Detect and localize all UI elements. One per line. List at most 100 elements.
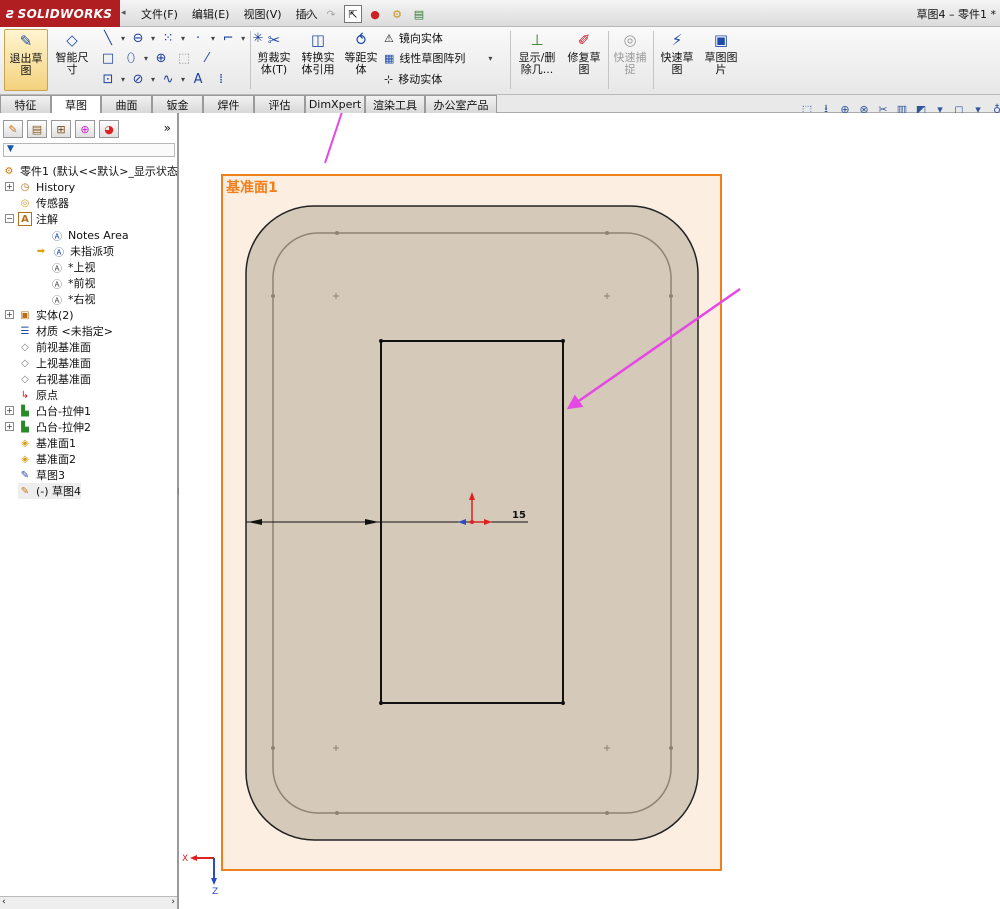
rectangle-icon[interactable]: □ <box>98 49 118 67</box>
tab-sketch[interactable]: 草图 <box>51 95 101 114</box>
tree-item-front-view[interactable]: Ⓐ *前视 <box>50 275 96 291</box>
arc-icon[interactable]: ⊘ <box>128 70 148 88</box>
tab-sheet-metal[interactable]: 钣金 <box>152 95 203 113</box>
line-icon[interactable]: ╲ <box>98 29 118 47</box>
tab-office-products[interactable]: 办公室产品 <box>425 95 497 113</box>
sketch-icon: ✎ <box>20 485 30 497</box>
redo-icon[interactable]: ↷ <box>322 5 340 23</box>
expand-icon[interactable]: + <box>5 310 14 319</box>
display-manager-tab-icon[interactable]: ◕ <box>99 120 119 138</box>
feature-filter[interactable]: ▼ <box>3 143 175 157</box>
menu-edit[interactable]: 编辑(E) <box>185 0 237 27</box>
tab-surfaces[interactable]: 曲面 <box>101 95 152 113</box>
menu-file[interactable]: 文件(F) <box>134 0 185 27</box>
trim-entities-button[interactable]: ✂ 剪裁实体(T) <box>254 29 294 91</box>
tree-item-solid-bodies[interactable]: ▣ 实体(2) <box>18 307 73 323</box>
tangent-line-icon[interactable]: ⁄ <box>197 49 217 67</box>
expand-icon[interactable]: + <box>5 406 14 415</box>
tab-evaluate[interactable]: 评估 <box>254 95 305 113</box>
tree-root[interactable]: ⚙ 零件1 (默认<<默认>_显示状态 <box>2 163 178 179</box>
ellipse-icon[interactable]: ⬯ <box>121 49 141 67</box>
tree-item-boss-extrude2[interactable]: ▙ 凸台-拉伸2 <box>18 419 91 435</box>
select-icon[interactable]: ⇱ <box>344 5 362 23</box>
options-icon[interactable]: ⚙ <box>388 5 406 23</box>
smart-dimension-button[interactable]: ◇ 智能尺寸 <box>50 29 94 91</box>
convert-entities-button[interactable]: ◫ 转换实体引用 <box>297 29 339 91</box>
display-delete-relations-button[interactable]: ⊥ 显示/删除几... <box>514 29 560 91</box>
fillet-icon[interactable]: ⌐ <box>218 29 238 47</box>
tree-item-top-view[interactable]: Ⓐ *上视 <box>50 259 96 275</box>
collapse-icon[interactable]: − <box>5 214 14 223</box>
property-manager-tab-icon[interactable]: ▤ <box>27 120 47 138</box>
expand-icon[interactable]: + <box>5 422 14 431</box>
mirror-entities-button[interactable]: ⚠ 镜向实体 <box>384 30 443 46</box>
feature-tree-tab-icon[interactable]: ✎ <box>3 120 23 138</box>
pattern-icon[interactable]: ⬚ <box>174 49 194 67</box>
plane-label: 基准面1 <box>226 179 278 196</box>
menu-expand-icon[interactable]: ◂ <box>121 8 126 18</box>
horizontal-scrollbar[interactable]: ‹ › <box>0 896 177 909</box>
construction-icon[interactable]: ⁞ <box>211 70 231 88</box>
chevron-right-icon[interactable]: » <box>164 121 171 135</box>
tree-root-label: 零件1 (默认<<默认>_显示状态 <box>20 165 178 178</box>
repair-sketch-button[interactable]: ✐ 修复草图 <box>563 29 605 91</box>
display-delete-label: 显示/删除几... <box>518 51 556 76</box>
tab-features[interactable]: 特征 <box>0 95 51 113</box>
undo-icon[interactable]: ↶ <box>300 5 318 23</box>
slot-icon[interactable]: ⊖ <box>128 29 148 47</box>
customize-icon[interactable]: ▤ <box>410 5 428 23</box>
tree-item-origin[interactable]: ↳ 原点 <box>18 387 58 403</box>
repair-icon: ✐ <box>577 31 591 49</box>
circle-icon[interactable]: ⊕ <box>151 49 171 67</box>
view-annotation-icon: Ⓐ <box>52 295 62 307</box>
tree-item-label: 上视基准面 <box>36 357 91 370</box>
rapid-sketch-button[interactable]: ⚡ 快速草图 <box>656 29 698 91</box>
text-icon[interactable]: A <box>188 70 208 88</box>
dimxpert-manager-tab-icon[interactable]: ⊕ <box>75 120 95 138</box>
tree-item-label: 基准面1 <box>36 437 76 450</box>
tab-dimxpert[interactable]: DimXpert <box>305 95 365 113</box>
tree-item-unassigned[interactable]: ➡ Ⓐ 未指派项 <box>34 243 114 259</box>
sketch-picture-button[interactable]: ▣ 草图图片 <box>700 29 742 91</box>
scroll-right-icon[interactable]: › <box>171 897 175 907</box>
linear-pattern-button[interactable]: ▦ 线性草图阵列 ▾ <box>384 50 492 66</box>
solidworks-logo[interactable]: ƨ SOLIDWORKS <box>0 0 120 27</box>
polygon-icon[interactable]: ⊡ <box>98 70 118 88</box>
tree-item-right-view[interactable]: Ⓐ *右视 <box>50 291 96 307</box>
tree-item-notes-area[interactable]: Ⓐ Notes Area <box>50 227 129 243</box>
tree-item-right-plane[interactable]: ◇ 右视基准面 <box>18 371 91 387</box>
dimension-value[interactable]: 15 <box>512 510 526 521</box>
point-icon[interactable]: · <box>188 29 208 47</box>
tree-item-annotations[interactable]: A 注解 <box>18 211 58 227</box>
traffic-light-icon[interactable]: ● <box>366 5 384 23</box>
tree-item-front-plane[interactable]: ◇ 前视基准面 <box>18 339 91 355</box>
tree-item-plane1[interactable]: ◈ 基准面1 <box>18 435 76 451</box>
graphics-area[interactable]: 基准面1 15 X Z <box>181 113 1000 909</box>
smart-dimension-icon: ◇ <box>66 31 78 49</box>
tree-item-sensors[interactable]: ◎ 传感器 <box>18 195 69 211</box>
solidworks-window: ƨ SOLIDWORKS ◂ 文件(F) 编辑(E) 视图(V) 插入 ↶ ↷ ⇱… <box>0 0 1000 909</box>
tree-item-label: 传感器 <box>36 197 69 210</box>
tab-render-tools[interactable]: 渲染工具 <box>365 95 425 113</box>
scroll-left-icon[interactable]: ‹ <box>2 897 6 907</box>
curve-icon[interactable]: ∿ <box>158 70 178 88</box>
tree-item-label: History <box>36 180 76 194</box>
configuration-manager-tab-icon[interactable]: ⊞ <box>51 120 71 138</box>
expand-icon[interactable]: + <box>5 182 14 191</box>
tree-item-boss-extrude1[interactable]: ▙ 凸台-拉伸1 <box>18 403 91 419</box>
tree-item-material[interactable]: ☰ 材质 <未指定> <box>18 323 113 339</box>
tree-item-plane2[interactable]: ◈ 基准面2 <box>18 451 76 467</box>
tree-item-sketch4[interactable]: ✎ (-) 草图4 <box>18 483 82 499</box>
move-entities-button[interactable]: ⊹ 移动实体 <box>384 71 442 87</box>
offset-entities-button[interactable]: ⥀ 等距实体 <box>341 29 381 91</box>
exit-sketch-button[interactable]: ✎ 退出草图 <box>4 29 48 91</box>
spline-icon[interactable]: ⁙ <box>158 29 178 47</box>
quick-snaps-button[interactable]: ◎ 快速捕捉 <box>611 29 649 91</box>
tree-item-top-plane[interactable]: ◇ 上视基准面 <box>18 355 91 371</box>
tree-item-sketch3[interactable]: ✎ 草图3 <box>18 467 65 483</box>
tab-weldments[interactable]: 焊件 <box>203 95 254 113</box>
sketch-canvas[interactable]: 基准面1 15 X Z <box>181 113 1000 909</box>
axis-z-label: Z <box>212 887 218 897</box>
tree-item-history[interactable]: ◷ History <box>18 179 76 195</box>
menu-view[interactable]: 视图(V) <box>236 0 288 27</box>
